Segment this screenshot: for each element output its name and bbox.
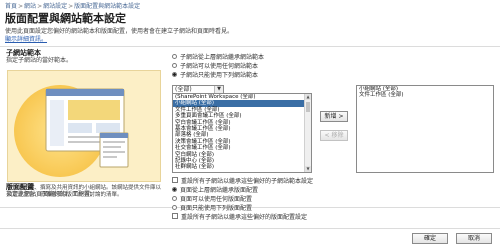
- cancel-button[interactable]: 取消: [456, 233, 492, 244]
- breadcrumb-site-settings[interactable]: 網站設定: [43, 3, 67, 10]
- layout-option-any[interactable]: 頁面可以使用任何版面配置: [172, 194, 253, 203]
- reset-subsite-templates-label: 重設所有子網站以繼承這些偏好的子網站範本設定: [181, 177, 314, 185]
- available-templates-list[interactable]: (SharePoint Workspace (全部) 小組網站 (全部) 文件工…: [172, 93, 312, 173]
- intro-text: 使用此頁面設定您偏好的網站範本和版面配置，使用者會在建立子網站和頁面時看見。 顯…: [5, 28, 445, 44]
- subsite-option-inherit-label: 子網站從上層網站繼承網站範本: [180, 53, 265, 61]
- subsite-templates-description: 指定子網站的當好範本。: [6, 57, 73, 64]
- radio-button[interactable]: [172, 195, 177, 201]
- vertical-scrollbar[interactable]: ▲ ▼: [304, 94, 311, 172]
- breadcrumb-sites[interactable]: 網站: [24, 3, 36, 10]
- ok-button[interactable]: 確定: [412, 233, 448, 244]
- add-template-button[interactable]: 新增 >: [320, 111, 348, 122]
- radio-button[interactable]: [172, 204, 177, 210]
- scroll-up-icon[interactable]: ▲: [305, 94, 311, 100]
- footer-divider: [0, 228, 500, 229]
- layout-option-inherit[interactable]: 頁面從上層網站繼承版面配置: [172, 185, 259, 194]
- reset-subsite-templates-checkbox[interactable]: [172, 177, 178, 183]
- reset-subsite-templates-checkbox-row[interactable]: 重設所有子網站以繼承這些偏好的子網站範本設定: [172, 176, 314, 185]
- breadcrumb-separator: >: [18, 3, 24, 10]
- list-item[interactable]: 文件工作區 (全部): [357, 92, 493, 98]
- reset-layouts-checkbox[interactable]: [172, 213, 178, 219]
- show-more-link[interactable]: 顯示詳細資訊。: [5, 36, 445, 44]
- subsite-option-any-label: 子網站可以使用任何網站範本: [180, 62, 259, 70]
- template-preview-graphic: [8, 71, 160, 181]
- reset-layouts-checkbox-row[interactable]: 重設所有子網站以繼承這些偏好的版面配置設定: [172, 212, 308, 221]
- breadcrumb-home[interactable]: 首頁: [5, 3, 17, 10]
- subsite-option-only[interactable]: 子網站只能使用下列網站範本: [172, 70, 259, 79]
- template-filter-value: (全部): [175, 86, 192, 93]
- remove-template-button[interactable]: < 移除: [320, 130, 348, 141]
- breadcrumb-current: 版面配置與網站範本設定: [74, 3, 141, 10]
- section-divider: [0, 46, 500, 47]
- layout-option-only-label: 頁面只能使用下列版面配置: [180, 204, 253, 212]
- page-title: 版面配置與網站範本設定: [5, 12, 126, 25]
- scroll-down-icon[interactable]: ▼: [305, 166, 311, 172]
- reset-layouts-label: 重設所有子網站以繼承這些偏好的版面配置設定: [181, 213, 308, 221]
- chevron-down-icon[interactable]: ▼: [214, 86, 223, 93]
- radio-button[interactable]: [172, 53, 177, 59]
- layout-option-any-label: 頁面可以使用任何版面配置: [180, 195, 253, 203]
- subsite-option-inherit[interactable]: 子網站從上層網站繼承網站範本: [172, 52, 265, 61]
- intro-description: 使用此頁面設定您偏好的網站範本和版面配置，使用者會在建立子網站和頁面時看見。: [5, 28, 234, 35]
- subsite-option-only-label: 子網站只能使用下列網站範本: [180, 71, 259, 79]
- scrollbar-thumb[interactable]: [306, 102, 310, 112]
- layout-option-inherit-label: 頁面從上層網站繼承版面配置: [180, 186, 259, 194]
- page-layouts-description: 指定此網站頁面偏好的版面配置。: [6, 191, 97, 198]
- subsite-option-any[interactable]: 子網站可以使用任何網站範本: [172, 61, 259, 70]
- radio-button-selected[interactable]: [172, 186, 177, 192]
- selected-templates-list[interactable]: 小組網站 (全部) 文件工作區 (全部): [356, 85, 494, 173]
- template-preview-image: [7, 70, 161, 182]
- radio-button[interactable]: [172, 62, 177, 68]
- layout-option-only[interactable]: 頁面只能使用下列版面配置: [172, 203, 253, 212]
- list-item[interactable]: 社群網站 (全部): [173, 164, 311, 170]
- radio-button-selected[interactable]: [172, 71, 177, 77]
